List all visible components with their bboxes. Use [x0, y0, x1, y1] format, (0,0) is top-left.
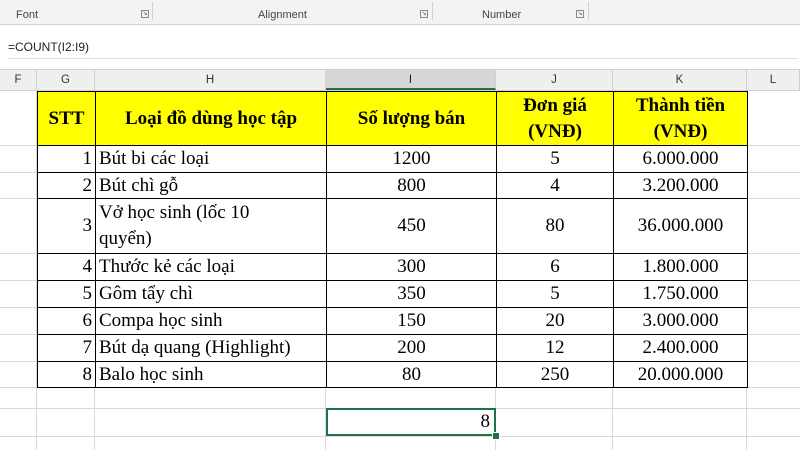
- column-header-i[interactable]: I: [326, 70, 496, 90]
- header-price-line1: Đơn giá: [523, 94, 587, 116]
- active-cell-i11[interactable]: 8: [326, 408, 496, 436]
- column-header-row: F G H I J K L: [0, 69, 800, 91]
- ribbon-group-number-label: Number: [482, 9, 522, 21]
- cell-total[interactable]: 1.750.000: [613, 280, 748, 308]
- ribbon-separator: [152, 2, 153, 20]
- cell-total[interactable]: 20.000.000: [613, 361, 748, 388]
- column-header-k[interactable]: K: [613, 70, 747, 90]
- formula-bar: =COUNT(I2:I9): [0, 25, 800, 69]
- cell-price[interactable]: 80: [496, 198, 614, 254]
- cell-qty[interactable]: 1200: [326, 145, 497, 173]
- column-header-h[interactable]: H: [95, 70, 326, 90]
- cell-price[interactable]: 20: [496, 307, 614, 335]
- gridline: [0, 436, 800, 437]
- formula-input[interactable]: =COUNT(I2:I9): [8, 36, 798, 59]
- cell-item[interactable]: Gôm tẩy chì: [95, 280, 327, 308]
- font-dialog-launcher-icon[interactable]: ↘: [141, 10, 149, 18]
- cell-total[interactable]: 2.400.000: [613, 334, 748, 362]
- header-qty[interactable]: Số lượng bán: [326, 91, 497, 146]
- column-header-j[interactable]: J: [496, 70, 613, 90]
- cell-stt[interactable]: 8: [37, 361, 96, 388]
- table-row: 1 Bút bi các loại 1200 5 6.000.000: [37, 145, 748, 173]
- cell-stt[interactable]: 6: [37, 307, 96, 335]
- ribbon-group-bar: Font ↘ Alignment ↘ Number ↘: [0, 0, 800, 25]
- cell-item[interactable]: Balo học sinh: [95, 361, 327, 388]
- table-row: 3 Vở học sinh (lốc 10 quyển) 450 80 36.00…: [37, 198, 748, 254]
- cell-stt[interactable]: 3: [37, 198, 96, 254]
- cell-item[interactable]: Vở học sinh (lốc 10 quyển): [95, 198, 327, 254]
- column-header-f[interactable]: F: [0, 70, 37, 90]
- header-price-line2: (VNĐ): [528, 120, 582, 142]
- ribbon-group-alignment-label: Alignment: [258, 9, 307, 21]
- table-row: 7 Bút dạ quang (Highlight) 200 12 2.400.…: [37, 334, 748, 362]
- cell-item[interactable]: Compa học sinh: [95, 307, 327, 335]
- cell-total[interactable]: 6.000.000: [613, 145, 748, 173]
- header-price[interactable]: Đơn giá (VNĐ): [496, 91, 614, 146]
- cell-total[interactable]: 36.000.000: [613, 198, 748, 254]
- cell-item[interactable]: Bút bi các loại: [95, 145, 327, 173]
- worksheet-grid[interactable]: STT Loại đồ dùng học tập Số lượng bán Đơ…: [0, 91, 800, 450]
- number-dialog-launcher-icon[interactable]: ↘: [576, 10, 584, 18]
- cell-stt[interactable]: 5: [37, 280, 96, 308]
- cell-price[interactable]: 12: [496, 334, 614, 362]
- cell-stt[interactable]: 1: [37, 145, 96, 173]
- table-row: 6 Compa học sinh 150 20 3.000.000: [37, 307, 748, 335]
- cell-price[interactable]: 4: [496, 172, 614, 199]
- cell-stt[interactable]: 4: [37, 253, 96, 281]
- cell-price[interactable]: 5: [496, 280, 614, 308]
- fill-handle[interactable]: [492, 432, 500, 440]
- cell-item[interactable]: Bút dạ quang (Highlight): [95, 334, 327, 362]
- cell-qty[interactable]: 450: [326, 198, 497, 254]
- sales-table: STT Loại đồ dùng học tập Số lượng bán Đơ…: [37, 91, 748, 388]
- cell-qty[interactable]: 350: [326, 280, 497, 308]
- table-row: 8 Balo học sinh 80 250 20.000.000: [37, 361, 748, 388]
- cell-qty[interactable]: 300: [326, 253, 497, 281]
- header-stt[interactable]: STT: [37, 91, 96, 146]
- cell-item-line1: Vở học sinh (lốc 10: [99, 202, 250, 223]
- cell-qty[interactable]: 800: [326, 172, 497, 199]
- cell-total[interactable]: 3.200.000: [613, 172, 748, 199]
- ribbon-separator: [588, 2, 589, 20]
- table-row: 4 Thước kẻ các loại 300 6 1.800.000: [37, 253, 748, 281]
- header-total[interactable]: Thành tiền (VNĐ): [613, 91, 748, 146]
- cell-stt[interactable]: 7: [37, 334, 96, 362]
- table-header-row: STT Loại đồ dùng học tập Số lượng bán Đơ…: [37, 91, 748, 146]
- alignment-dialog-launcher-icon[interactable]: ↘: [420, 10, 428, 18]
- ribbon-separator: [432, 2, 433, 20]
- table-row: 5 Gôm tẩy chì 350 5 1.750.000: [37, 280, 748, 308]
- column-header-l[interactable]: L: [747, 70, 800, 90]
- cell-item[interactable]: Bút chì gỗ: [95, 172, 327, 199]
- cell-total[interactable]: 3.000.000: [613, 307, 748, 335]
- header-total-line2: (VNĐ): [653, 120, 708, 142]
- ribbon-group-font-label: Font: [16, 9, 39, 21]
- header-total-line1: Thành tiền: [635, 94, 726, 116]
- cell-total[interactable]: 1.800.000: [613, 253, 748, 281]
- cell-price[interactable]: 250: [496, 361, 614, 388]
- cell-item[interactable]: Thước kẻ các loại: [95, 253, 327, 281]
- cell-qty[interactable]: 80: [326, 361, 497, 388]
- cell-stt[interactable]: 2: [37, 172, 96, 199]
- cell-qty[interactable]: 150: [326, 307, 497, 335]
- header-item[interactable]: Loại đồ dùng học tập: [95, 91, 327, 146]
- cell-price[interactable]: 5: [496, 145, 614, 173]
- cell-qty[interactable]: 200: [326, 334, 497, 362]
- table-row: 2 Bút chì gỗ 800 4 3.200.000: [37, 172, 748, 199]
- column-header-g[interactable]: G: [37, 70, 95, 90]
- cell-price[interactable]: 6: [496, 253, 614, 281]
- cell-item-line2: quyển): [99, 228, 152, 249]
